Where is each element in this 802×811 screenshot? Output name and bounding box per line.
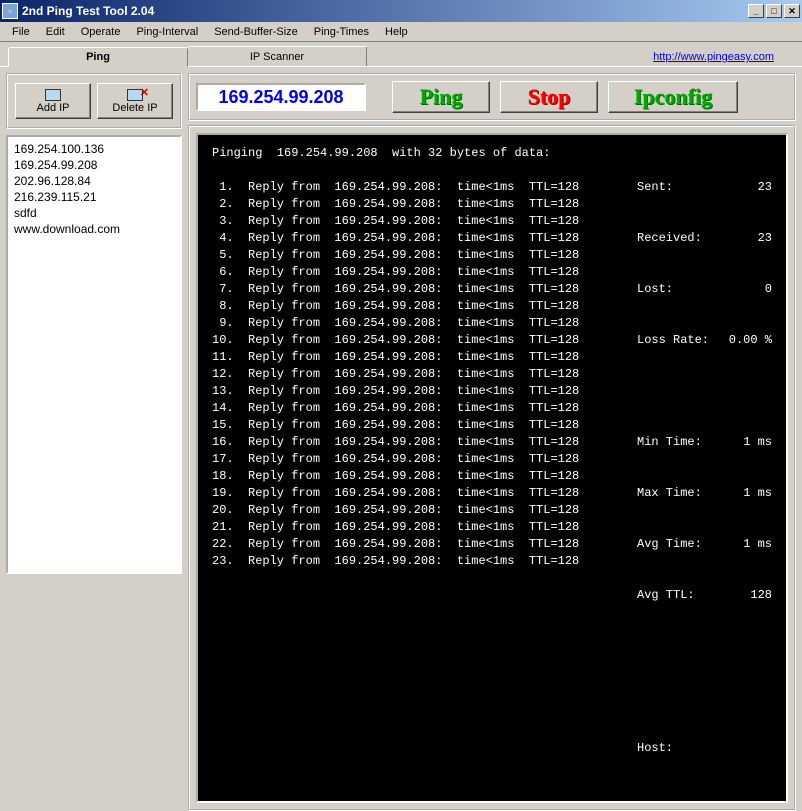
tab-ip-scanner[interactable]: IP Scanner (187, 46, 367, 66)
computer-delete-icon (127, 89, 143, 101)
window-title: 2nd Ping Test Tool 2.04 (22, 4, 748, 18)
stat-lost-label: Lost: (637, 281, 673, 298)
list-item[interactable]: www.download.com (14, 221, 174, 237)
stat-received: 23 (758, 230, 772, 247)
stat-avg-label: Avg Time: (637, 536, 702, 553)
add-ip-label: Add IP (36, 102, 69, 114)
delete-ip-button[interactable]: Delete IP (97, 83, 173, 119)
stat-avgttl: 128 (750, 587, 772, 604)
ip-list[interactable]: 169.254.100.136 169.254.99.208 202.96.12… (6, 135, 182, 574)
stat-lost: 0 (765, 281, 772, 298)
list-item[interactable]: sdfd (14, 205, 174, 221)
stat-sent-label: Sent: (637, 179, 673, 196)
delete-ip-label: Delete IP (112, 102, 157, 114)
stat-host-label: Host: (637, 740, 673, 757)
minimize-button[interactable]: _ (748, 4, 764, 18)
stat-avgttl-label: Avg TTL: (637, 587, 695, 604)
stop-button[interactable]: Stop (500, 81, 598, 113)
right-panel: Ping Stop Ipconfig Pinging 169.254.99.20… (188, 73, 796, 574)
tab-ping[interactable]: Ping (8, 47, 188, 67)
menu-ping-times[interactable]: Ping-Times (306, 24, 377, 40)
ipconfig-button[interactable]: Ipconfig (608, 81, 738, 113)
terminal: Pinging 169.254.99.208 with 32 bytes of … (196, 133, 788, 803)
stat-lossrate: 0.00 % (729, 332, 772, 349)
homepage-link[interactable]: http://www.pingeasy.com (653, 51, 774, 66)
menu-edit[interactable]: Edit (38, 24, 73, 40)
stat-lossrate-label: Loss Rate: (637, 332, 709, 349)
left-panel: Add IP Delete IP 169.254.100.136 169.254… (6, 73, 182, 574)
stat-min-label: Min Time: (637, 434, 702, 451)
list-item[interactable]: 169.254.100.136 (14, 141, 174, 157)
ping-button[interactable]: Ping (392, 81, 490, 113)
target-ip-input[interactable] (196, 83, 366, 111)
list-item[interactable]: 202.96.128.84 (14, 173, 174, 189)
list-item[interactable]: 169.254.99.208 (14, 157, 174, 173)
menu-ping-interval[interactable]: Ping-Interval (128, 24, 206, 40)
stat-max-label: Max Time: (637, 485, 702, 502)
stat-max: 1 ms (743, 485, 772, 502)
menu-operate[interactable]: Operate (73, 24, 129, 40)
tabs-row: Ping IP Scanner http://www.pingeasy.com (0, 42, 802, 66)
menu-help[interactable]: Help (377, 24, 416, 40)
menu-bar: File Edit Operate Ping-Interval Send-Buf… (0, 22, 802, 42)
content-area: Add IP Delete IP 169.254.100.136 169.254… (0, 66, 802, 580)
list-item[interactable]: 216.239.115.21 (14, 189, 174, 205)
add-ip-button[interactable]: Add IP (15, 83, 91, 119)
action-row: Ping Stop Ipconfig (188, 73, 796, 121)
terminal-frame: Pinging 169.254.99.208 with 32 bytes of … (188, 125, 796, 811)
stat-sent: 23 (758, 179, 772, 196)
stat-received-label: Received: (637, 230, 702, 247)
menu-send-buffer-size[interactable]: Send-Buffer-Size (206, 24, 306, 40)
app-icon: ▫ (2, 3, 18, 19)
computer-icon (45, 89, 61, 101)
terminal-stats: Sent: 23 Received: 23 Lost: 0 Loss Rate: 0.0… (637, 145, 772, 791)
close-button[interactable]: ✕ (784, 4, 800, 18)
stat-min: 1 ms (743, 434, 772, 451)
maximize-button[interactable]: □ (766, 4, 782, 18)
menu-file[interactable]: File (4, 24, 38, 40)
stat-avg: 1 ms (743, 536, 772, 553)
window-controls: _ □ ✕ (748, 4, 800, 18)
titlebar: ▫ 2nd Ping Test Tool 2.04 _ □ ✕ (0, 0, 802, 22)
terminal-output[interactable]: Pinging 169.254.99.208 with 32 bytes of … (212, 145, 627, 791)
ip-button-group: Add IP Delete IP (6, 73, 182, 129)
